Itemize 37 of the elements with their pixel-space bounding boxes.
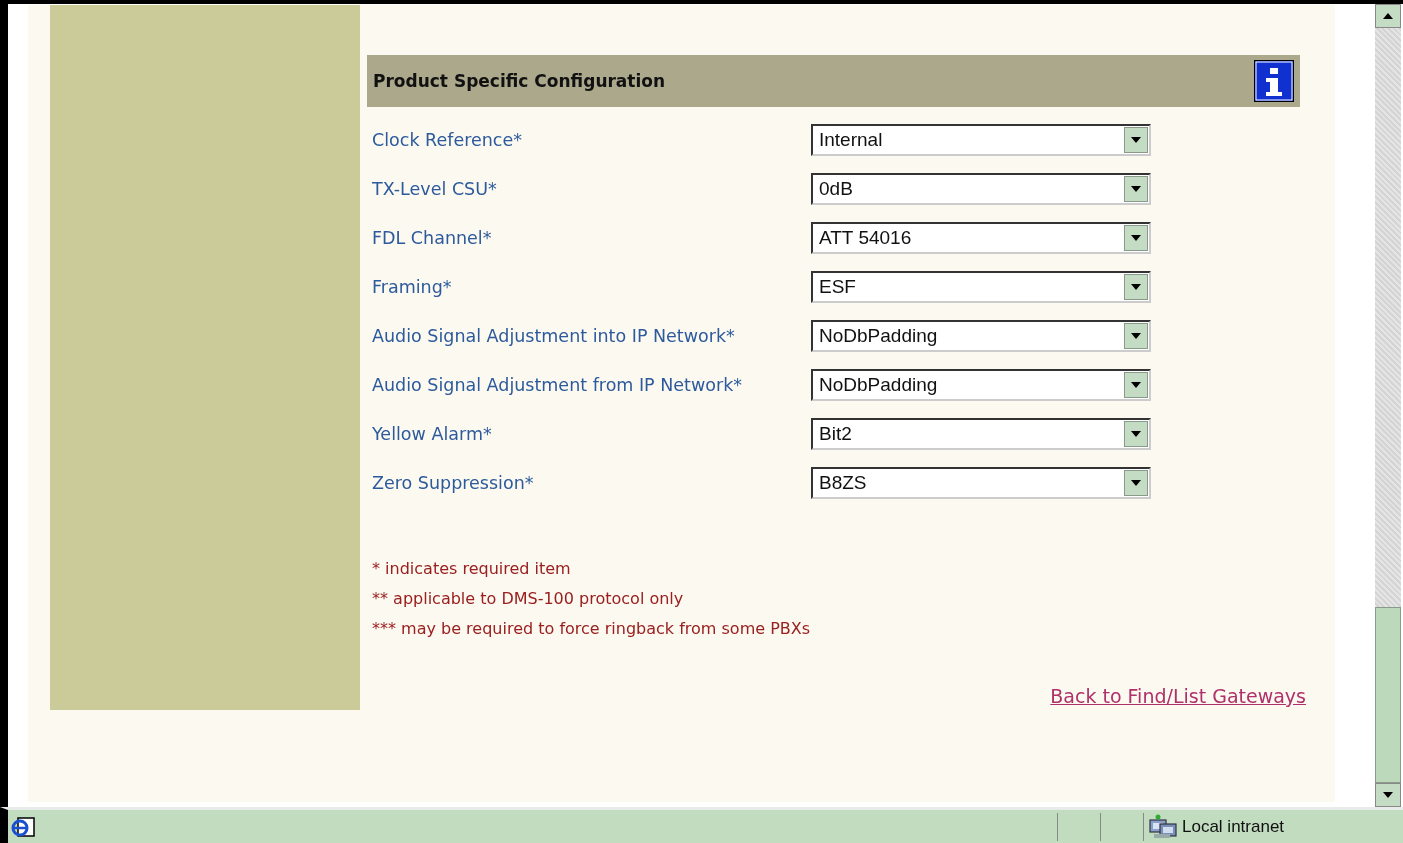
dropdown-field[interactable]: NoDbPadding bbox=[811, 319, 1151, 352]
footnote-text: * indicates required item bbox=[372, 559, 571, 578]
scroll-up-icon[interactable] bbox=[1383, 13, 1393, 19]
dropdown-arrow-icon bbox=[1131, 332, 1141, 339]
dropdown-field[interactable]: B8ZS bbox=[811, 466, 1151, 499]
vertical-scrollbar[interactable] bbox=[1375, 4, 1401, 807]
network-computer-icon bbox=[1148, 813, 1178, 840]
field-label: Audio Signal Adjustment into IP Network* bbox=[372, 324, 736, 348]
section-title: Product Specific Configuration bbox=[373, 71, 666, 91]
field-label: FDL Channel* bbox=[372, 226, 493, 250]
field-label: Clock Reference* bbox=[372, 128, 523, 152]
field-label: TX-Level CSU* bbox=[372, 177, 498, 201]
dropdown-arrow-icon bbox=[1131, 479, 1141, 486]
field-label: Yellow Alarm* bbox=[372, 422, 493, 446]
dropdown-arrow-icon bbox=[1131, 234, 1141, 241]
dropdown-field[interactable]: ATT 54016 bbox=[811, 221, 1151, 254]
dropdown-field[interactable]: Bit2 bbox=[811, 417, 1151, 450]
footnote-text: ** applicable to DMS-100 protocol only bbox=[372, 589, 684, 608]
dropdown-field[interactable]: NoDbPadding bbox=[811, 368, 1151, 401]
field-label: Framing* bbox=[372, 275, 453, 299]
dropdown-arrow-icon bbox=[1131, 283, 1141, 290]
page-icon bbox=[10, 815, 36, 838]
dropdown-arrow-icon bbox=[1131, 381, 1141, 388]
dropdown-arrow-icon bbox=[1131, 185, 1141, 192]
back-link[interactable]: Back to Find/List Gateways bbox=[1050, 685, 1306, 707]
dropdown-field[interactable]: 0dB bbox=[811, 172, 1151, 205]
field-label: Zero Suppression* bbox=[372, 471, 535, 495]
zone-label: Local intranet bbox=[1182, 816, 1285, 837]
scroll-thumb[interactable] bbox=[1375, 607, 1401, 783]
scroll-down-icon[interactable] bbox=[1383, 792, 1393, 798]
footnote-text: *** may be required to force ringback from some PBXs bbox=[372, 619, 811, 638]
dropdown-arrow-icon bbox=[1131, 430, 1141, 437]
field-label: Audio Signal Adjustment from IP Network* bbox=[372, 373, 744, 397]
dropdown-arrow-icon bbox=[1131, 136, 1141, 143]
dropdown-field[interactable]: Internal bbox=[811, 123, 1151, 156]
dropdown-field[interactable]: ESF bbox=[811, 270, 1151, 303]
info-icon[interactable] bbox=[1254, 60, 1294, 102]
